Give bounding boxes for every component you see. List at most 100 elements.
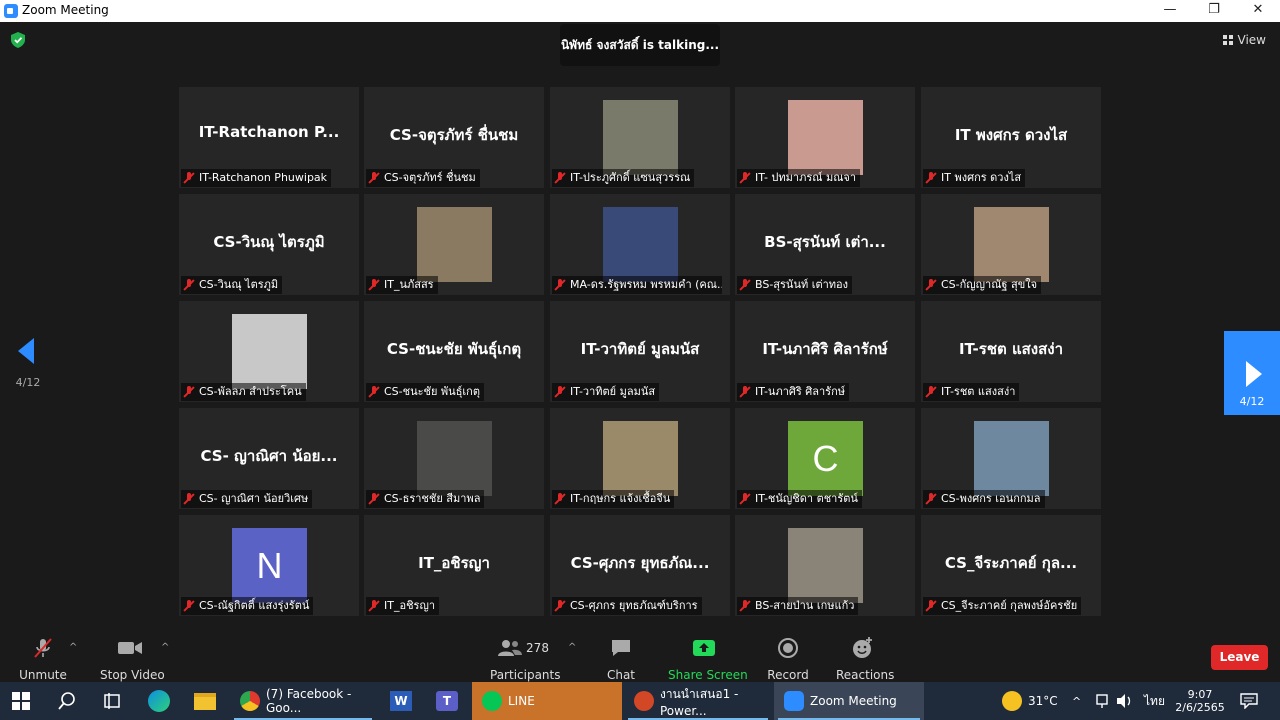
participant-name-label: CS_จีระภาคย์ กุลพงษ์อัครชัย bbox=[923, 597, 1082, 615]
participant-tile[interactable]: IT-กฤษกร แจ้งเชื้อจีน bbox=[550, 408, 730, 509]
taskbar-file-explorer[interactable] bbox=[194, 682, 216, 720]
taskbar-line[interactable]: LINE bbox=[472, 682, 622, 720]
show-hidden-icons[interactable]: ^ bbox=[1072, 682, 1081, 720]
clock-date: 2/6/2565 bbox=[1175, 701, 1225, 714]
unmute-label: Unmute bbox=[19, 668, 67, 682]
participant-tile[interactable]: BS-สายป่าน เกษแก้ว bbox=[735, 515, 915, 616]
network-icon[interactable] bbox=[1094, 682, 1110, 720]
participants-options-caret[interactable]: ^ bbox=[568, 642, 576, 653]
arrow-left-icon bbox=[18, 338, 34, 364]
powerpoint-label: งานนำเสนอ1 - Power... bbox=[660, 686, 739, 718]
participants-button[interactable]: 278 Participants bbox=[490, 636, 561, 682]
taskbar-teams[interactable]: T bbox=[436, 682, 458, 720]
stop-video-button[interactable]: Stop Video bbox=[100, 636, 165, 682]
participant-tile[interactable]: CS-ชนะชัย พันธุ์เกตุ CS-ชนะชัย พันธุ์เกตุ bbox=[364, 301, 544, 402]
record-button[interactable]: Record bbox=[766, 636, 810, 682]
participant-name-label: CS-จตุรภัทร์ ชื่นชม bbox=[366, 169, 480, 187]
participant-name: CS-ธราชชัย สีมาพล bbox=[384, 492, 481, 505]
participant-name: CS-วินณุ ไตรภูมิ bbox=[199, 278, 279, 291]
participant-tile[interactable]: BS-สุรนันท์ เต่า... BS-สุรนันท์ เต่าทอง bbox=[735, 194, 915, 295]
mic-muted-icon bbox=[183, 600, 195, 612]
shield-icon[interactable] bbox=[11, 32, 25, 48]
mic-muted-icon bbox=[739, 386, 751, 398]
clock[interactable]: 9:07 2/6/2565 bbox=[1174, 682, 1226, 720]
participant-tile[interactable]: IT พงศกร ดวงไส IT พงศกร ดวงไส bbox=[921, 87, 1101, 188]
language-indicator[interactable]: ไทย bbox=[1144, 682, 1165, 720]
participant-tile[interactable]: IT-รชต แสงสง่า IT-รชต แสงสง่า bbox=[921, 301, 1101, 402]
participant-tile[interactable]: CS-ธราชชัย สีมาพล bbox=[364, 408, 544, 509]
participant-tile[interactable]: CS-กัญญาณัฐ สุขใจ bbox=[921, 194, 1101, 295]
participant-tile[interactable]: IT- ปทมาภรณ์ มณจา bbox=[735, 87, 915, 188]
participant-tile[interactable]: IT_นภัสสร bbox=[364, 194, 544, 295]
taskbar-search-button[interactable] bbox=[58, 682, 76, 720]
start-button[interactable] bbox=[12, 682, 30, 720]
unmute-button[interactable]: Unmute bbox=[18, 636, 68, 682]
participant-name-label: CS-ณัฐกิตติ์ แสงรุ่งรัตน์ bbox=[181, 597, 314, 615]
participant-tile[interactable]: CS-ศุภกร ยุทธภัณ... CS-ศุภกร ยุทธภัณฑ์บริ… bbox=[550, 515, 730, 616]
participant-display-name: IT พงศกร ดวงไส bbox=[954, 126, 1068, 144]
participant-tile[interactable]: CS- ญาณิศา น้อย... CS- ญาณิศา น้อยวิเศษ bbox=[179, 408, 359, 509]
participant-display-name: IT-รชต แสงสง่า bbox=[958, 340, 1064, 358]
view-label: View bbox=[1237, 33, 1266, 47]
participant-tile[interactable]: CS-วินณุ ไตรภูมิ CS-วินณุ ไตรภูมิ bbox=[179, 194, 359, 295]
participant-tile[interactable]: CS-พงศกร เอนกกมล bbox=[921, 408, 1101, 509]
volume-icon[interactable] bbox=[1116, 682, 1134, 720]
edge-icon bbox=[148, 690, 170, 712]
share-screen-button[interactable]: Share Screen bbox=[668, 636, 748, 682]
restore-button[interactable]: ❐ bbox=[1192, 0, 1236, 22]
mic-muted-icon bbox=[739, 279, 751, 291]
taskbar-chrome[interactable]: (7) Facebook - Goo... bbox=[230, 682, 376, 720]
participant-tile[interactable]: IT-ประภูศักดิ์ แซนสุวรรณ bbox=[550, 87, 730, 188]
participant-tile[interactable]: N CS-ณัฐกิตติ์ แสงรุ่งรัตน์ bbox=[179, 515, 359, 616]
participant-tile[interactable]: CS-จตุรภัทร์ ชื่นชม CS-จตุรภัทร์ ชื่นชม bbox=[364, 87, 544, 188]
share-screen-label: Share Screen bbox=[668, 668, 748, 682]
close-button[interactable]: ✕ bbox=[1236, 0, 1280, 22]
participant-name: IT-ชนัญชิดา ตชารัตน์ bbox=[755, 492, 858, 505]
participant-tile[interactable]: IT-นภาศิริ ศิลารักษ์ IT-นภาศิริ ศิลารักษ์ bbox=[735, 301, 915, 402]
mic-muted-icon bbox=[368, 386, 380, 398]
participant-tile[interactable]: IT-วาทิตย์ มูลมนัส IT-วาทิตย์ มูลมนัส bbox=[550, 301, 730, 402]
meeting-toolbar: Unmute ^ Stop Video ^ 278 Participants ^… bbox=[0, 632, 1280, 682]
view-button[interactable]: View bbox=[1222, 33, 1266, 47]
participant-display-name: CS- ญาณิศา น้อย... bbox=[200, 447, 338, 465]
mic-muted-icon bbox=[925, 600, 937, 612]
previous-page-button[interactable]: 4/12 bbox=[6, 332, 50, 392]
participant-display-name: IT-Ratchanon P... bbox=[198, 123, 340, 141]
participant-video bbox=[603, 100, 678, 175]
taskbar-edge[interactable] bbox=[148, 682, 170, 720]
participant-name-label: CS-ชนะชัย พันธุ์เกตุ bbox=[366, 383, 484, 401]
weather-widget[interactable]: 31°C bbox=[1002, 682, 1058, 720]
participant-name: MA-ดร.รัฐพรหม พรหมคำ (คณ... bbox=[570, 278, 722, 291]
participant-video bbox=[974, 207, 1049, 282]
taskbar-zoom[interactable]: Zoom Meeting bbox=[774, 682, 924, 720]
notifications-button[interactable] bbox=[1240, 682, 1258, 720]
participant-name: CS-กัญญาณัฐ สุขใจ bbox=[941, 278, 1038, 291]
participant-tile[interactable]: IT_อชิรญา IT_อชิรญา bbox=[364, 515, 544, 616]
next-page-button[interactable]: 4/12 bbox=[1224, 331, 1280, 415]
windows-taskbar: (7) Facebook - Goo... W T LINE งานนำเสนอ… bbox=[0, 682, 1280, 720]
participant-tile[interactable]: CS_จีระภาคย์ กุล... CS_จีระภาคย์ กุลพงษ์อ… bbox=[921, 515, 1101, 616]
zoom-label: Zoom Meeting bbox=[810, 694, 897, 708]
participant-name: CS-ศุภกร ยุทธภัณฑ์บริการ bbox=[570, 599, 698, 612]
audio-options-caret[interactable]: ^ bbox=[69, 642, 77, 653]
reactions-button[interactable]: Reactions bbox=[836, 636, 894, 682]
video-options-caret[interactable]: ^ bbox=[161, 642, 169, 653]
participants-label: Participants bbox=[490, 668, 561, 682]
window-titlebar: Zoom Meeting — ❐ ✕ bbox=[0, 0, 1280, 22]
task-view-button[interactable] bbox=[103, 682, 121, 720]
taskbar-powerpoint[interactable]: งานนำเสนอ1 - Power... bbox=[624, 682, 772, 720]
minimize-button[interactable]: — bbox=[1148, 0, 1192, 22]
taskbar-word[interactable]: W bbox=[390, 682, 412, 720]
chat-button[interactable]: Chat bbox=[600, 636, 642, 682]
chat-bubble-icon bbox=[612, 640, 630, 656]
participant-tile[interactable]: C IT-ชนัญชิดา ตชารัตน์ bbox=[735, 408, 915, 509]
participant-tile[interactable]: MA-ดร.รัฐพรหม พรหมคำ (คณ... bbox=[550, 194, 730, 295]
participant-tile[interactable]: CS-พัลลภ สำประโคน bbox=[179, 301, 359, 402]
weather-sun-icon bbox=[1002, 691, 1022, 711]
participant-video bbox=[603, 207, 678, 282]
participant-name-label: IT-ประภูศักดิ์ แซนสุวรรณ bbox=[552, 169, 695, 187]
participant-tile[interactable]: IT-Ratchanon P... IT-Ratchanon Phuwipak bbox=[179, 87, 359, 188]
chrome-icon bbox=[240, 691, 260, 711]
participant-name-label: IT-นภาศิริ ศิลารักษ์ bbox=[737, 383, 849, 401]
leave-button[interactable]: Leave bbox=[1211, 645, 1268, 670]
